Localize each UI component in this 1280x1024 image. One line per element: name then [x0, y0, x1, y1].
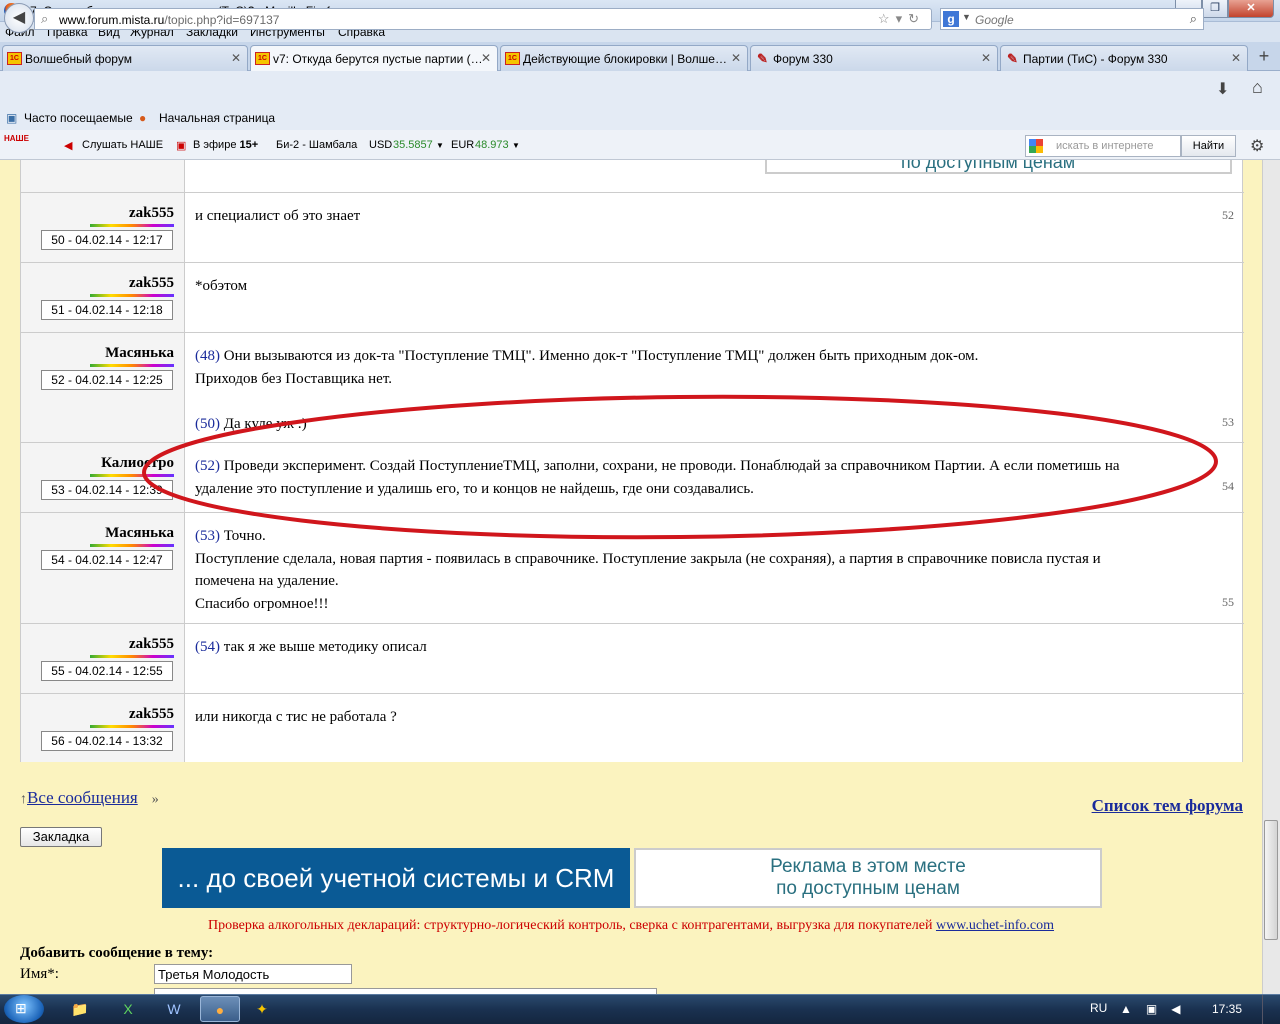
scrollbar-thumb[interactable] — [1264, 820, 1278, 940]
bookmarks-bar: ▣ Часто посещаемые ● Начальная страница — [0, 106, 1280, 130]
tab-magic-forum[interactable]: 1С Волшебный форум ✕ — [2, 45, 248, 71]
tab-label: Действующие блокировки | Волше… — [523, 52, 727, 66]
close-tab-icon[interactable]: ✕ — [481, 51, 491, 65]
tab-label: v7: Откуда берутся пустые партии (… — [273, 52, 483, 66]
chevron-down-icon[interactable]: ▼ — [436, 141, 444, 150]
back-button[interactable]: ◀ — [4, 3, 34, 33]
url-text: www.forum.mista.ru/topic.php?id=697137 — [59, 13, 280, 27]
tray-icons[interactable]: ▲▣◀ — [1120, 1002, 1194, 1016]
eur-label: EUR — [451, 139, 475, 151]
forum330-favicon-icon: ✎ — [757, 52, 768, 65]
1c-favicon-icon: 1С — [505, 52, 520, 65]
google-icon — [1029, 139, 1043, 153]
bookmark-star-icon[interactable]: ☆▾↻ — [878, 11, 925, 27]
explorer-taskbar-icon[interactable]: 📁 — [60, 996, 100, 1022]
show-desktop-button[interactable] — [1262, 995, 1280, 1024]
speaker-icon[interactable]: ◀ — [64, 139, 72, 152]
home-icon[interactable]: ⌂ — [1252, 77, 1263, 98]
excel-taskbar-icon[interactable]: X — [108, 996, 148, 1022]
gear-icon[interactable]: ⚙ — [1250, 136, 1264, 156]
now-playing: Би-2 - Шамбала — [276, 139, 358, 151]
search-placeholder: Google — [975, 13, 1014, 27]
tab-parties-forum-330[interactable]: ✎ Партии (ТиС) - Форум 330 ✕ — [1000, 45, 1248, 71]
language-indicator[interactable]: RU — [1090, 1001, 1107, 1015]
1c-favicon-icon: 1С — [7, 52, 22, 65]
page-content: zak555 50 - 04.02.14 - 12:17 и специалист … — [0, 160, 1262, 994]
toolbar-search-placeholder: искать в интернете — [1056, 140, 1154, 152]
tab-bar: 1С Волшебный форум ✕ 1С v7: Откуда берут… — [0, 42, 1280, 72]
toolbar-find-button[interactable]: Найти — [1181, 135, 1236, 157]
tab-current-topic[interactable]: 1С v7: Откуда берутся пустые партии (… ✕ — [250, 45, 498, 72]
tab-label: Форум 330 — [773, 52, 833, 66]
close-tab-icon[interactable]: ✕ — [731, 51, 741, 65]
navigation-bar — [0, 71, 1280, 106]
eur-rate[interactable]: 48.973 — [475, 139, 509, 151]
chevron-down-icon[interactable]: ▼ — [512, 141, 520, 150]
word-taskbar-icon[interactable]: W — [154, 996, 194, 1022]
listen-link[interactable]: Слушать НАШЕ — [82, 139, 163, 151]
tab-label: Волшебный форум — [25, 52, 132, 66]
new-tab-button[interactable]: + — [1252, 45, 1276, 67]
bookmark-home[interactable]: Начальная страница — [159, 111, 275, 125]
maximize-button[interactable]: ❐ — [1202, 0, 1228, 18]
firefox-taskbar-icon[interactable]: ● — [200, 996, 240, 1022]
radio-icon: ▣ — [176, 140, 187, 152]
windows-logo-icon: ⊞ — [15, 1000, 27, 1016]
close-tab-icon[interactable]: ✕ — [231, 51, 241, 65]
chevron-down-icon[interactable]: ▼ — [962, 12, 971, 22]
search-icon: ⌕ — [41, 11, 49, 26]
bookmark-folder-icon: ▣ — [6, 111, 18, 125]
url-bar[interactable]: ⌕ www.forum.mista.ru/topic.php?id=697137… — [34, 8, 932, 30]
close-tab-icon[interactable]: ✕ — [981, 51, 991, 65]
close-tab-icon[interactable]: ✕ — [1231, 51, 1241, 65]
usd-rate[interactable]: 35.5857 — [393, 139, 433, 151]
clock[interactable]: 17:35 — [1212, 1002, 1242, 1016]
firefox-icon: ● — [139, 111, 147, 125]
tab-label: Партии (ТиС) - Форум 330 — [1023, 52, 1168, 66]
bookmark-frequent[interactable]: Часто посещаемые — [24, 111, 133, 125]
usd-label: USD — [369, 139, 393, 151]
start-button[interactable]: ⊞ — [4, 995, 44, 1023]
toolbar-search-input[interactable]: искать в интернете — [1025, 135, 1181, 157]
download-icon[interactable]: ⬇ — [1216, 79, 1229, 99]
1c-taskbar-icon[interactable]: ✦ — [242, 996, 282, 1022]
nashe-radio-logo[interactable]: НАШЕ — [4, 134, 52, 156]
web-search-box[interactable]: g ▼ Google ⌕ — [940, 8, 1204, 30]
red-ellipse-annotation — [142, 394, 1218, 540]
google-icon[interactable]: g — [943, 11, 959, 27]
on-air-label: В эфире 15+ — [193, 139, 259, 151]
forum330-favicon-icon: ✎ — [1007, 52, 1018, 65]
search-icon[interactable]: ⌕ — [1190, 11, 1197, 27]
1c-favicon-icon: 1С — [255, 52, 270, 65]
tab-forum-330[interactable]: ✎ Форум 330 ✕ — [750, 45, 998, 71]
tab-blocks[interactable]: 1С Действующие блокировки | Волше… ✕ — [500, 45, 748, 71]
close-button[interactable]: ✕ — [1228, 0, 1274, 18]
